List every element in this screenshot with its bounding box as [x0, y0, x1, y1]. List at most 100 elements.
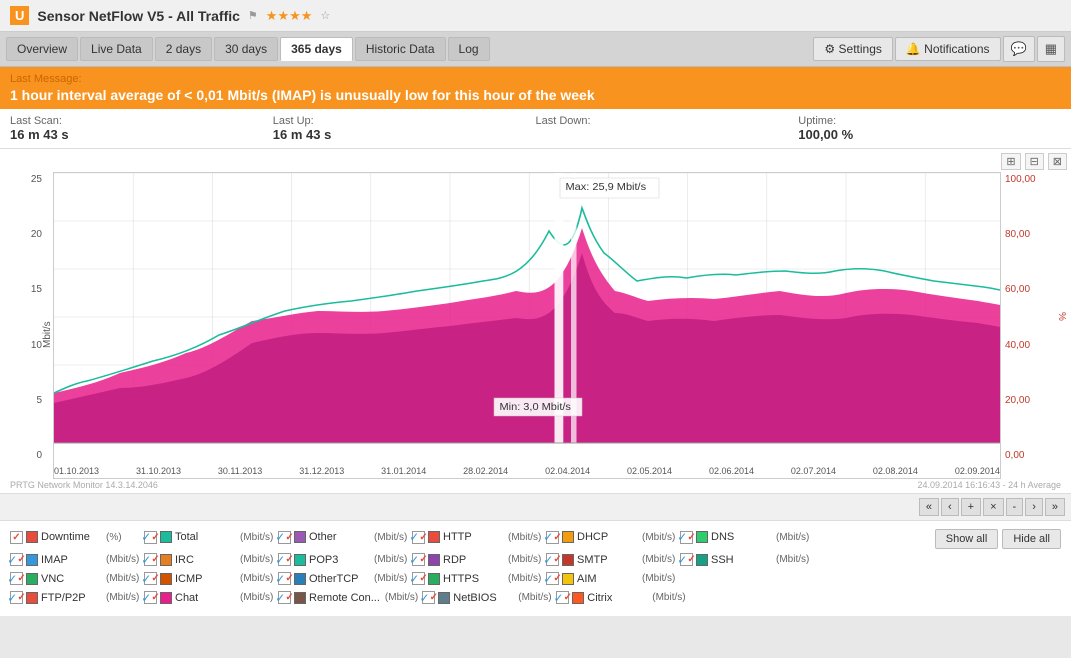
legend-name-vnc: VNC [41, 573, 101, 585]
nav-last-button[interactable]: » [1045, 498, 1065, 516]
legend-checkbox-ftpp2p[interactable]: ✓ [10, 591, 23, 604]
legend-unit-downtime: (%) [106, 532, 122, 543]
legend-color-smtp [562, 554, 574, 566]
xaxis-dates: 01.10.2013 31.10.2013 30.11.2013 31.12.2… [54, 464, 1000, 478]
chart-container: ⊞ ⊟ ⊠ 25 20 15 10 5 0 Mbit/s [0, 149, 1071, 494]
legend-checkbox-chat[interactable]: ✓ [144, 591, 157, 604]
legend-name-pop3: POP3 [309, 554, 369, 566]
show-all-button[interactable]: Show all [935, 529, 999, 549]
last-scan-label: Last Scan: [10, 115, 273, 127]
legend-unit-remotecon: (Mbit/s) [385, 592, 418, 603]
legend-color-http [428, 531, 440, 543]
tab-30days[interactable]: 30 days [214, 37, 278, 61]
legend-name-downtime: Downtime [41, 531, 101, 543]
legend-checkbox-other[interactable]: ✓ [278, 531, 291, 544]
legend-unit-http: (Mbit/s) [508, 532, 541, 543]
legend-checkbox-citrix[interactable]: ✓ [556, 591, 569, 604]
legend-item-other: ✓ Other (Mbit/s) [278, 531, 408, 544]
legend-item-vnc: ✓ VNC (Mbit/s) [10, 572, 140, 585]
nav-controls: « ‹ + × - › » [0, 494, 1071, 521]
tab-live-data[interactable]: Live Data [80, 37, 153, 61]
page-title: Sensor NetFlow V5 - All Traffic [37, 8, 240, 24]
legend-checkbox-ssh[interactable]: ✓ [680, 553, 693, 566]
legend-item-downtime: Downtime (%) [10, 531, 140, 544]
notifications-button[interactable]: 🔔 Notifications [895, 37, 1001, 61]
chart-svg: Max: 25,9 Mbit/s Min: 3,0 Mbit/s [54, 173, 1000, 463]
legend-name-remotecon: Remote Con... [309, 592, 380, 604]
last-down-label: Last Down: [536, 115, 799, 127]
svg-text:Min: 3,0 Mbit/s: Min: 3,0 Mbit/s [500, 401, 571, 412]
legend-unit-smtp: (Mbit/s) [642, 554, 675, 565]
legend-checkbox-smtp[interactable]: ✓ [546, 553, 559, 566]
legend-checkbox-https[interactable]: ✓ [412, 572, 425, 585]
legend-area: Downtime (%) ✓ Total (Mbit/s) ✓ Other (M… [0, 521, 1071, 616]
nav-next-button[interactable]: › [1025, 498, 1043, 516]
alert-message: 1 hour interval average of < 0,01 Mbit/s… [10, 87, 1061, 103]
legend-unit-irc: (Mbit/s) [240, 554, 273, 565]
chart-download[interactable]: ⊠ [1048, 153, 1067, 170]
chart-inner: 25 20 15 10 5 0 Mbit/s [4, 172, 1067, 479]
legend-checkbox-http[interactable]: ✓ [412, 531, 425, 544]
legend-name-dhcp: DHCP [577, 531, 637, 543]
legend-color-netbios [438, 592, 450, 604]
legend-checkbox-total[interactable]: ✓ [144, 531, 157, 544]
nav-minus-button[interactable]: - [1006, 498, 1024, 516]
legend-checkbox-aim[interactable]: ✓ [546, 572, 559, 585]
legend-row-1: Downtime (%) ✓ Total (Mbit/s) ✓ Other (M… [10, 527, 1061, 549]
nav-cross-button[interactable]: × [983, 498, 1003, 516]
uptime-value: 100,00 % [798, 127, 1061, 142]
nav-first-button[interactable]: « [919, 498, 939, 516]
legend-checkbox-imap[interactable]: ✓ [10, 553, 23, 566]
legend-checkbox-othertcp[interactable]: ✓ [278, 572, 291, 585]
settings-button[interactable]: ⚙ Settings [813, 37, 892, 61]
legend-color-dhcp [562, 531, 574, 543]
legend-color-imap [26, 554, 38, 566]
legend-item-imap: ✓ IMAP (Mbit/s) [10, 553, 140, 566]
legend-color-dns [696, 531, 708, 543]
legend-checkbox-rdp[interactable]: ✓ [412, 553, 425, 566]
legend-row-4: ✓ FTP/P2P (Mbit/s) ✓ Chat (Mbit/s) ✓ Rem… [10, 591, 1061, 606]
chart-main[interactable]: Max: 25,9 Mbit/s Min: 3,0 Mbit/s 01.10.2… [53, 172, 1001, 479]
chart-footer: PRTG Network Monitor 14.3.14.2046 24.09.… [4, 479, 1067, 491]
grid-icon-button[interactable]: ▦ [1037, 36, 1065, 62]
star-empty-icon: ☆ [320, 9, 330, 22]
tab-2days[interactable]: 2 days [155, 37, 212, 61]
stat-last-up: Last Up: 16 m 43 s [273, 115, 536, 142]
tab-overview[interactable]: Overview [6, 37, 78, 61]
flag-icon: ⚑ [248, 9, 258, 22]
legend-checkbox-downtime[interactable] [10, 531, 23, 544]
tab-365days[interactable]: 365 days [280, 37, 353, 61]
legend-color-downtime [26, 531, 38, 543]
legend-color-chat [160, 592, 172, 604]
stats-row: Last Scan: 16 m 43 s Last Up: 16 m 43 s … [0, 109, 1071, 149]
last-up-label: Last Up: [273, 115, 536, 127]
legend-checkbox-vnc[interactable]: ✓ [10, 572, 23, 585]
nav-prev-button[interactable]: ‹ [941, 498, 959, 516]
chart-zoom-in[interactable]: ⊞ [1001, 153, 1020, 170]
chart-zoom-fit[interactable]: ⊟ [1025, 153, 1044, 170]
chat-icon-button[interactable]: 💬 [1003, 36, 1035, 62]
last-scan-value: 16 m 43 s [10, 127, 273, 142]
legend-unit-total: (Mbit/s) [240, 532, 273, 543]
legend-checkbox-irc[interactable]: ✓ [144, 553, 157, 566]
legend-color-aim [562, 573, 574, 585]
legend-item-icmp: ✓ ICMP (Mbit/s) [144, 572, 274, 585]
legend-checkbox-dhcp[interactable]: ✓ [546, 531, 559, 544]
legend-checkbox-dns[interactable]: ✓ [680, 531, 693, 544]
hide-all-button[interactable]: Hide all [1002, 529, 1061, 549]
legend-checkbox-netbios[interactable]: ✓ [422, 591, 435, 604]
tab-historic-data[interactable]: Historic Data [355, 37, 446, 61]
rating-stars: ★★★★ [266, 8, 313, 24]
legend-unit-chat: (Mbit/s) [240, 592, 273, 603]
legend-checkbox-remotecon[interactable]: ✓ [278, 591, 291, 604]
legend-color-pop3 [294, 554, 306, 566]
legend-item-aim: ✓ AIM (Mbit/s) [546, 572, 676, 585]
legend-unit-netbios: (Mbit/s) [518, 592, 551, 603]
legend-item-pop3: ✓ POP3 (Mbit/s) [278, 553, 408, 566]
legend-checkbox-icmp[interactable]: ✓ [144, 572, 157, 585]
legend-checkbox-pop3[interactable]: ✓ [278, 553, 291, 566]
nav-plus-button[interactable]: + [961, 498, 981, 516]
legend-item-ssh: ✓ SSH (Mbit/s) [680, 553, 810, 566]
legend-name-total: Total [175, 531, 235, 543]
tab-log[interactable]: Log [448, 37, 490, 61]
